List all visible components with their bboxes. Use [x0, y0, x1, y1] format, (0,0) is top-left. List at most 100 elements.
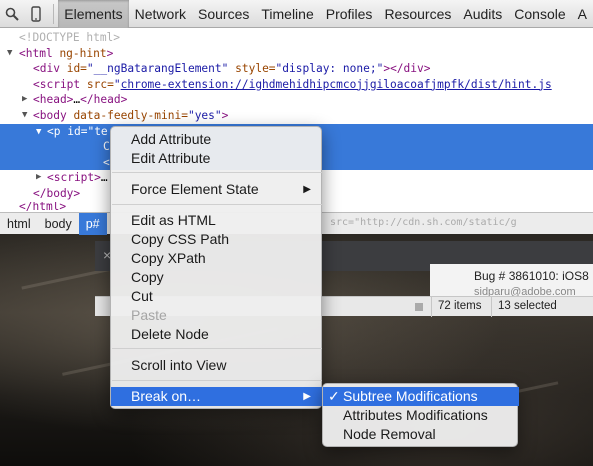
- menu-item-edit-attribute[interactable]: Edit Attribute: [111, 149, 323, 168]
- div-style-attr: style=: [235, 62, 276, 76]
- toolbar-divider: [53, 3, 55, 24]
- menu-item-break-on[interactable]: Break on… ▶: [111, 387, 323, 406]
- menu-item-edit-as-html[interactable]: Edit as HTML: [111, 211, 323, 230]
- bug-panel: Bug # 3861010: iOS8 sidparu@adobe.com: [430, 264, 593, 298]
- tab-timeline[interactable]: Timeline: [255, 0, 319, 28]
- menu-separator: [112, 380, 322, 381]
- devtools-toolbar: Elements Network Sources Timeline Profil…: [0, 0, 593, 28]
- breadcrumb-body[interactable]: body: [38, 213, 79, 235]
- html-tag-close: >: [106, 46, 114, 60]
- menu-item-label: Scroll into View: [131, 357, 227, 373]
- tree-row-script-src[interactable]: <script src="chrome-extension://ighdmehi…: [0, 77, 593, 93]
- menu-item-paste: Paste: [111, 306, 323, 325]
- tree-row-head[interactable]: ▶ <head>…</head>: [0, 92, 593, 108]
- head-tag: <head>: [33, 93, 74, 107]
- expand-triangle-icon[interactable]: ▶: [22, 92, 32, 108]
- tab-resources[interactable]: Resources: [378, 0, 457, 28]
- tab-console[interactable]: Console: [508, 0, 571, 28]
- tab-audits[interactable]: Audits: [457, 0, 508, 28]
- menu-item-cut[interactable]: Cut: [111, 287, 323, 306]
- menu-item-copy-xpath[interactable]: Copy XPath: [111, 249, 323, 268]
- context-menu: Add Attribute Edit Attribute Force Eleme…: [110, 126, 323, 409]
- status-divider: [431, 297, 432, 317]
- scroll-thumb[interactable]: [415, 303, 423, 311]
- menu-item-scroll-into-view[interactable]: Scroll into View: [111, 356, 323, 375]
- script-src-quote: ": [113, 77, 121, 91]
- menu-item-copy[interactable]: Copy: [111, 268, 323, 287]
- p-content-line: C: [103, 140, 110, 154]
- tree-row-body[interactable]: ▼ <body data-feedly-mini="yes">: [0, 108, 593, 124]
- submenu-item-label: Node Removal: [343, 426, 436, 442]
- tree-row-html[interactable]: ▼ <html ng-hint>: [0, 46, 593, 62]
- doctype-text: <!DOCTYPE html>: [19, 31, 121, 44]
- selected-count: 13 selected: [498, 300, 557, 312]
- menu-item-copy-css-path[interactable]: Copy CSS Path: [111, 230, 323, 249]
- menu-item-label: Edit Attribute: [131, 150, 211, 166]
- search-icon[interactable]: [0, 0, 24, 28]
- head-close-tag: </head>: [80, 93, 128, 107]
- menu-item-label: Paste: [131, 307, 167, 323]
- p-child-line: <: [103, 155, 110, 169]
- submenu-arrow-icon: ▶: [303, 391, 311, 402]
- p-id-attr: id=: [67, 124, 88, 138]
- status-divider: [491, 297, 492, 317]
- div-id-value: "__ngBatarangElement": [86, 62, 229, 76]
- bug-title: Bug # 3861010: iOS8: [474, 269, 589, 283]
- script-tag: <script: [33, 77, 81, 91]
- menu-item-label: Copy CSS Path: [131, 231, 230, 247]
- break-on-submenu: ✓ Subtree Modifications Attributes Modif…: [322, 383, 519, 447]
- script-collapsed-tag: <script>: [47, 171, 101, 185]
- breadcrumb-p[interactable]: p#: [78, 212, 107, 235]
- tab-profiles[interactable]: Profiles: [320, 0, 379, 28]
- tab-sources[interactable]: Sources: [192, 0, 255, 28]
- body-tag-close: >: [221, 109, 229, 122]
- menu-item-label: Add Attribute: [131, 131, 212, 147]
- tree-row-div[interactable]: <div id="__ngBatarangElement" style="dis…: [0, 61, 593, 77]
- breadcrumb-html[interactable]: html: [0, 213, 38, 235]
- p-id-value: "te: [87, 124, 108, 138]
- tab-network[interactable]: Network: [129, 0, 192, 28]
- menu-item-delete-node[interactable]: Delete Node: [111, 325, 323, 344]
- menu-item-label: Copy XPath: [131, 250, 206, 266]
- menu-item-force-element-state[interactable]: Force Element State ▶: [111, 180, 323, 199]
- menu-item-add-attribute[interactable]: Add Attribute: [111, 130, 323, 149]
- html-close-tag: </html>: [19, 201, 67, 212]
- html-tag: <html: [19, 46, 53, 60]
- collapse-triangle-icon[interactable]: ▼: [7, 46, 17, 62]
- menu-separator: [112, 172, 322, 173]
- submenu-item-label: Subtree Modifications: [343, 388, 478, 404]
- script-ellipsis: …: [100, 171, 108, 185]
- tab-truncated[interactable]: A: [572, 0, 593, 28]
- div-close-tag: ></div>: [383, 62, 431, 76]
- p-tag: <p: [47, 124, 61, 138]
- submenu-item-label: Attributes Modifications: [343, 407, 488, 423]
- menu-item-label: Break on…: [131, 388, 202, 404]
- submenu-item-attributes-modifications[interactable]: Attributes Modifications: [323, 406, 519, 425]
- div-tag: <div: [33, 62, 60, 76]
- menu-item-label: Cut: [131, 288, 153, 304]
- div-style-value: "display: none;": [275, 62, 384, 76]
- body-close-tag: </body>: [33, 187, 81, 200]
- div-id-attr: id=: [66, 62, 87, 76]
- collapse-triangle-icon[interactable]: ▼: [22, 108, 32, 124]
- menu-separator: [112, 204, 322, 205]
- menu-item-label: Force Element State: [131, 181, 259, 197]
- tree-row-doctype[interactable]: <!DOCTYPE html>: [0, 30, 593, 46]
- menu-item-label: Copy: [131, 269, 164, 285]
- body-tag: <body: [33, 109, 67, 122]
- collapse-triangle-icon[interactable]: ▼: [36, 125, 46, 141]
- submenu-item-subtree-modifications[interactable]: ✓ Subtree Modifications: [323, 387, 519, 406]
- submenu-arrow-icon: ▶: [303, 184, 311, 195]
- items-count: 72 items: [438, 300, 482, 312]
- script-src-link[interactable]: chrome-extension://ighdmehidhipcmcojjgil…: [121, 78, 552, 91]
- menu-separator: [112, 348, 322, 349]
- submenu-item-node-removal[interactable]: Node Removal: [323, 425, 519, 444]
- script-src-attr: src=: [86, 77, 114, 91]
- body-attr: data-feedly-mini=: [73, 109, 188, 122]
- menu-item-label: Delete Node: [131, 326, 209, 342]
- device-icon[interactable]: [24, 0, 48, 28]
- checkmark-icon: ✓: [328, 388, 340, 404]
- html-attr: ng-hint: [59, 46, 107, 60]
- tab-elements[interactable]: Elements: [58, 0, 129, 28]
- expand-triangle-icon[interactable]: ▶: [36, 170, 46, 186]
